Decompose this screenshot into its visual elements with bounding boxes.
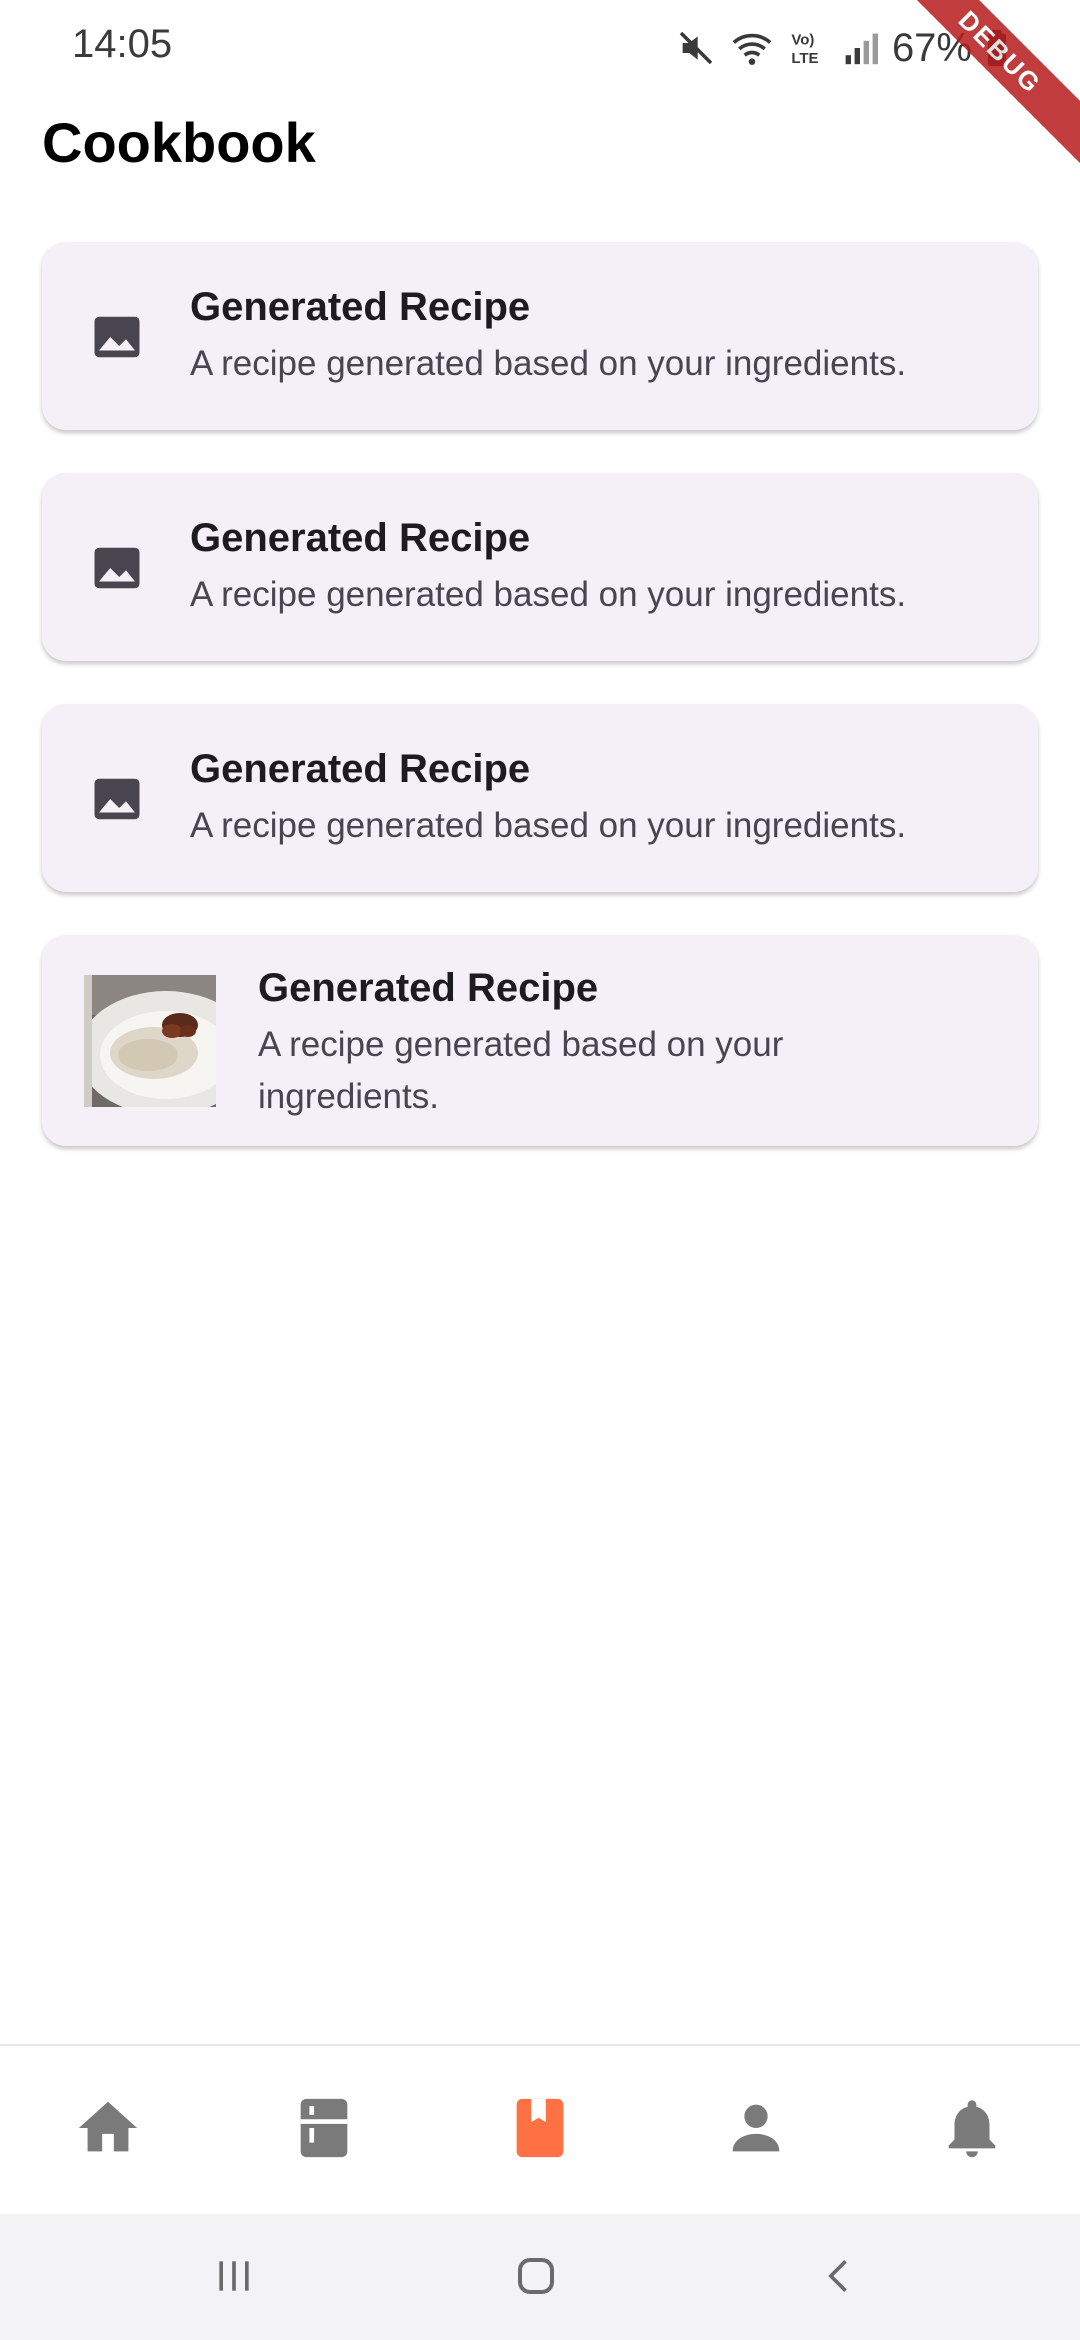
system-home-button[interactable] (496, 2250, 576, 2306)
nav-notifications[interactable] (924, 2088, 1020, 2172)
recipe-photo (84, 975, 216, 1107)
recents-icon (212, 2254, 256, 2303)
svg-text:LTE: LTE (791, 50, 818, 67)
mute-icon (676, 28, 716, 68)
recipe-description: A recipe generated based on your ingredi… (258, 1025, 784, 1116)
recipe-title: Generated Recipe (190, 516, 531, 560)
image-placeholder-icon (90, 310, 144, 364)
recipe-card[interactable]: Generated Recipe A recipe generated base… (42, 242, 1038, 430)
recipe-card[interactable]: Generated Recipe A recipe generated base… (42, 935, 1038, 1146)
recipe-card[interactable]: Generated Recipe A recipe generated base… (42, 473, 1038, 661)
volte-icon: Vo) LTE (788, 28, 828, 68)
recents-button[interactable] (194, 2250, 274, 2306)
nav-fridge[interactable] (276, 2088, 372, 2172)
notifications-icon (937, 2093, 1007, 2168)
svg-text:Vo): Vo) (791, 32, 814, 49)
recipe-title: Generated Recipe (190, 285, 531, 329)
cookbook-icon (505, 2093, 575, 2168)
status-time: 14:05 (72, 22, 173, 66)
system-navigation-bar (0, 2214, 1080, 2340)
fridge-icon (289, 2093, 359, 2168)
image-placeholder-icon (90, 541, 144, 595)
recipe-description: A recipe generated based on your ingredi… (190, 344, 907, 383)
recipe-description: A recipe generated based on your ingredi… (190, 806, 907, 845)
bottom-navigation (0, 2044, 1080, 2216)
nav-profile[interactable] (708, 2088, 804, 2172)
back-icon (818, 2254, 862, 2303)
recipe-card[interactable]: Generated Recipe A recipe generated base… (42, 704, 1038, 892)
nav-cookbook[interactable] (492, 2088, 588, 2172)
back-button[interactable] (800, 2250, 880, 2306)
recipe-title: Generated Recipe (258, 966, 599, 1010)
signal-icon (842, 28, 878, 68)
image-placeholder-icon (90, 772, 144, 826)
recipe-description: A recipe generated based on your ingredi… (190, 575, 907, 614)
wifi-icon (730, 28, 774, 68)
home-icon (73, 2093, 143, 2168)
profile-icon (721, 2093, 791, 2168)
status-bar: 14:05 Vo) LTE 67% DEBUG (0, 0, 1080, 174)
recipe-title: Generated Recipe (190, 747, 531, 791)
home-circle-icon (512, 2252, 560, 2305)
page-title: Cookbook (42, 111, 316, 174)
nav-home[interactable] (60, 2088, 156, 2172)
